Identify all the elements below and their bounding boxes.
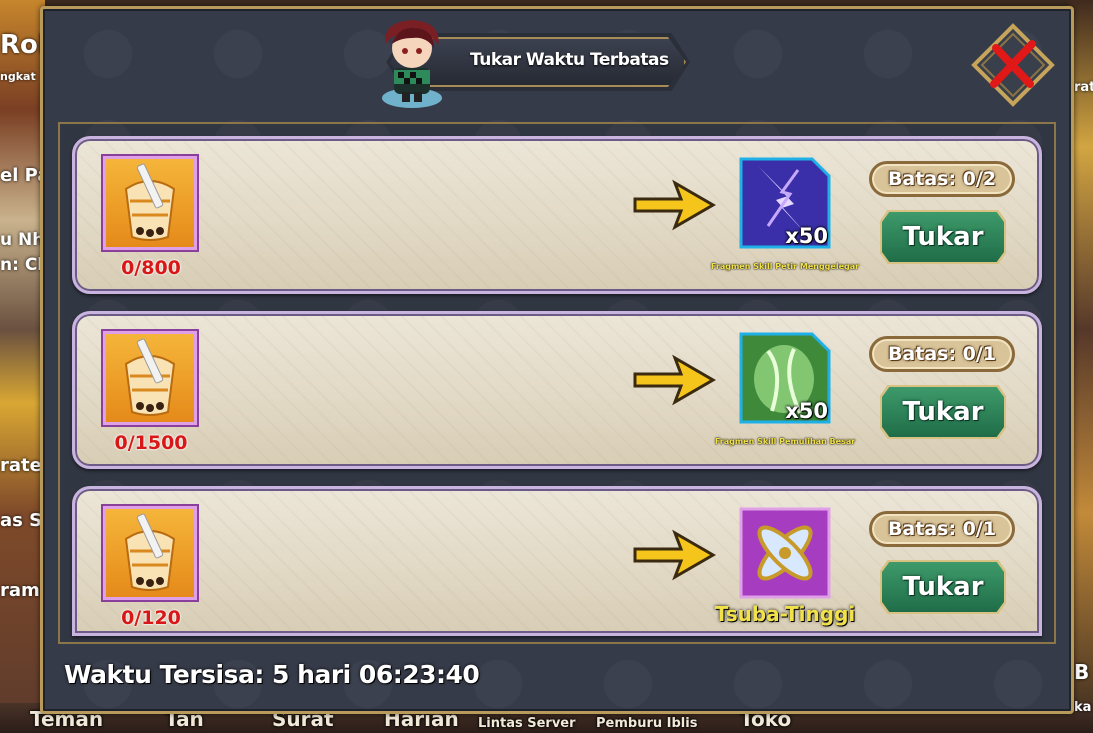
- bg-label: B: [1074, 660, 1090, 684]
- character-avatar-icon: [382, 20, 442, 108]
- arrow-right-icon: [633, 354, 716, 406]
- bg-nav-label: Pemburu Iblis: [596, 716, 698, 731]
- bg-label: ka: [1074, 700, 1092, 715]
- bg-label: rate: [1074, 80, 1093, 95]
- cost-count: 0/120: [121, 607, 181, 629]
- reward-name: Tsuba-Tinggi: [714, 602, 856, 626]
- reward-quantity: x50: [785, 399, 828, 423]
- offer-row: 0/120 Tsuba-Tinggi Batas: 0/1 Tukar: [72, 486, 1042, 636]
- dialog-title: Tukar Waktu Terbatas: [470, 50, 669, 70]
- bg-nav-label: Lintas Server: [478, 716, 576, 731]
- lightning-skill-fragment-icon: x50: [738, 156, 832, 250]
- offer-row: 0/1500 x50 Fragmen Skill Pemulihan Besar…: [72, 311, 1042, 469]
- cost-count: 0/1500: [114, 432, 188, 454]
- tukar-button[interactable]: Tukar: [882, 562, 1004, 612]
- cost-count: 0/800: [121, 257, 181, 279]
- bg-label: ngkat: [0, 70, 36, 83]
- limit-badge: Batas: 0/2: [869, 161, 1015, 197]
- arrow-right-icon: [633, 179, 716, 231]
- tukar-button[interactable]: Tukar: [882, 212, 1004, 262]
- healing-skill-fragment-icon: x50: [738, 331, 832, 425]
- background-scene-left: [0, 0, 45, 733]
- limit-badge: Batas: 0/1: [869, 336, 1015, 372]
- tukar-button[interactable]: Tukar: [882, 387, 1004, 437]
- bg-label: u Nh: [0, 230, 45, 250]
- limit-badge: Batas: 0/1: [869, 511, 1015, 547]
- bubble-tea-icon: [103, 331, 197, 425]
- bg-label: rate: [0, 455, 42, 476]
- arrow-right-icon: [633, 529, 716, 581]
- tsuba-guard-icon: [738, 506, 832, 600]
- close-icon[interactable]: [970, 22, 1056, 108]
- reward-quantity: x50: [785, 224, 828, 248]
- bubble-tea-icon: [103, 506, 197, 600]
- offer-row: 0/800 x50 Fragmen Skill Petir Menggelega…: [72, 136, 1042, 294]
- reward-name: Fragmen Skill Pemulihan Besar: [714, 437, 856, 446]
- reward-name: Fragmen Skill Petir Menggelegar: [710, 262, 860, 271]
- bg-label: as S: [0, 510, 43, 531]
- time-remaining: Waktu Tersisa: 5 hari 06:23:40: [64, 660, 480, 689]
- bubble-tea-icon: [103, 156, 197, 250]
- bg-label: n: Cl: [0, 255, 44, 275]
